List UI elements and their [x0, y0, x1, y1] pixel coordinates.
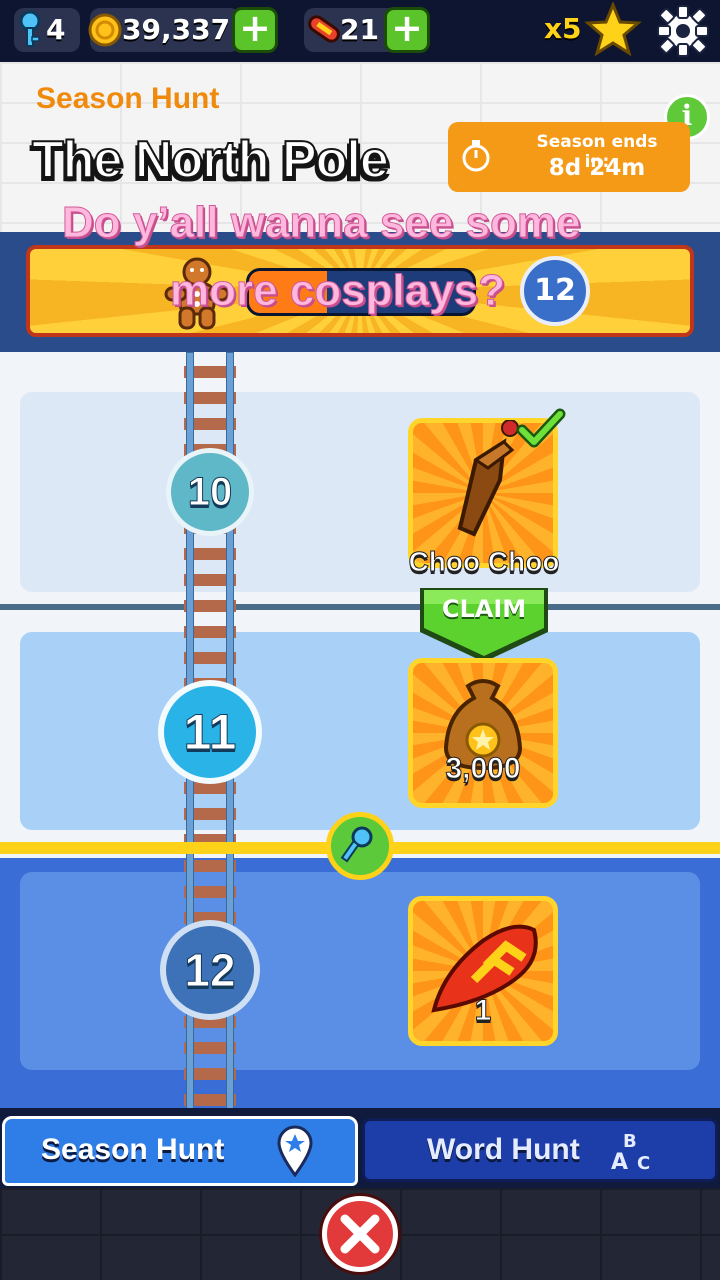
hoverboards-count: 21 [340, 13, 379, 46]
svg-text:B: B [623, 1131, 637, 1152]
checkmark-icon [516, 408, 566, 448]
tab-word-hunt[interactable]: Word Hunt B A C [362, 1118, 718, 1182]
tab-word-hunt-label: Word Hunt [427, 1133, 580, 1166]
timer-value: 8d 24m [548, 155, 646, 181]
coin-icon [88, 13, 122, 47]
gear-icon[interactable] [656, 4, 710, 58]
level-node-11: 11 [158, 680, 262, 784]
abc-icon: B A C [611, 1131, 650, 1173]
score-multiplier: x5 [544, 12, 582, 45]
svg-text:C: C [637, 1153, 650, 1173]
level-row-10 [20, 392, 700, 592]
coins-count: 39,337 [122, 13, 231, 46]
stopwatch-icon [462, 140, 490, 172]
tab-season-hunt[interactable]: Season Hunt [2, 1116, 358, 1186]
tab-season-hunt-label: Season Hunt [41, 1133, 225, 1166]
hoverboard-icon [308, 15, 340, 43]
keys-count: 4 [46, 13, 66, 46]
section-label: Season Hunt [36, 82, 220, 115]
row-divider [0, 604, 720, 610]
reward-amount-coins: 3,000 [445, 752, 521, 786]
level-row-11 [20, 632, 700, 830]
map-pin-icon [277, 1125, 313, 1177]
reward-amount-headstart: 1 [474, 994, 492, 1028]
buy-coins-button[interactable]: + [232, 7, 278, 53]
next-level-badge: 12 [520, 256, 590, 326]
caption-line-2: more cosplays? [169, 266, 506, 316]
claim-label: CLAIM [441, 595, 527, 623]
close-icon [340, 1214, 380, 1254]
level-node-10: 10 [166, 448, 254, 536]
level-node-12: 12 [160, 920, 260, 1020]
reward-name: Choo Choo [408, 546, 560, 578]
level-row-12 [20, 872, 700, 1070]
page-title: The North Pole [31, 130, 390, 190]
close-button[interactable] [322, 1196, 398, 1272]
key-icon [19, 10, 41, 47]
key-icon [340, 826, 373, 863]
buy-hoverboards-button[interactable]: + [384, 7, 430, 53]
star-icon[interactable] [584, 2, 642, 58]
svg-text:A: A [611, 1150, 628, 1173]
caption-line-1: Do y’all wanna see some [61, 198, 581, 248]
